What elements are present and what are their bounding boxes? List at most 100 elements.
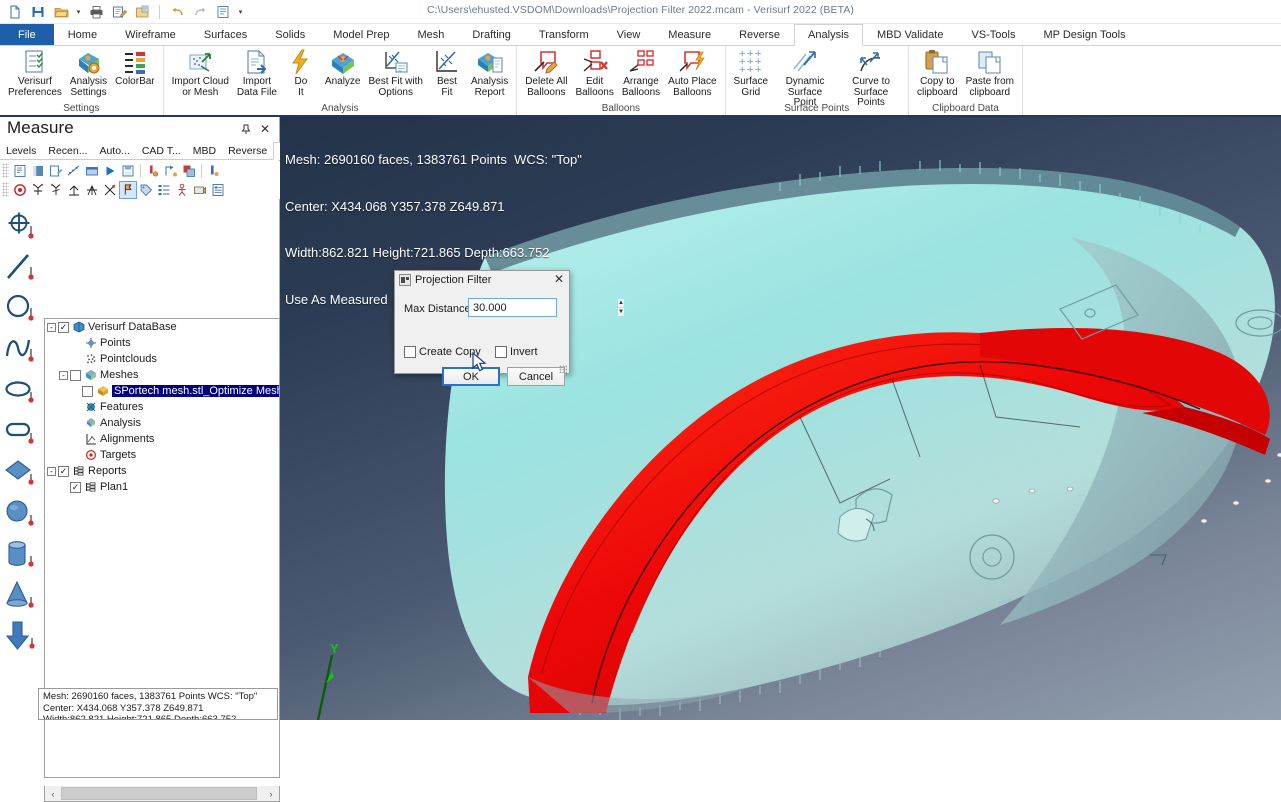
create-copy-checkbox[interactable]: Create Copy <box>404 346 481 358</box>
tree-item[interactable]: Analysis <box>45 415 279 431</box>
tree-item[interactable]: - ✓ Reports <box>45 463 279 479</box>
alignment-frame-icon[interactable] <box>83 181 101 199</box>
actual-points-icon[interactable] <box>47 181 65 199</box>
panel-tab-mbd[interactable]: MBD <box>187 142 222 159</box>
ribbon-button-best-fit-with-options[interactable]: Best Fit with Options <box>364 46 426 98</box>
ribbon-button-do-it[interactable]: Do It <box>281 46 321 98</box>
ribbon-tab-transform[interactable]: Transform <box>525 24 603 45</box>
measure-vector-icon[interactable] <box>0 615 42 656</box>
ribbon-tab-view[interactable]: View <box>603 24 655 45</box>
max-distance-stepper[interactable]: ▲ ▼ <box>468 298 624 317</box>
camera-view-icon[interactable] <box>191 181 209 199</box>
measure-point-icon[interactable] <box>0 205 42 246</box>
ribbon-tab-model-prep[interactable]: Model Prep <box>319 24 403 45</box>
tree-expander-icon[interactable]: - <box>47 322 56 332</box>
tree-item[interactable]: Points <box>45 335 279 351</box>
probe-path-icon[interactable] <box>162 162 180 180</box>
ribbon-button-analyze[interactable]: Analyze <box>321 46 365 88</box>
tree-checkbox[interactable] <box>82 385 93 397</box>
ribbon-tab-file[interactable]: File <box>0 24 54 45</box>
ribbon-button-delete-all-balloons[interactable]: Delete All Balloons <box>521 46 571 98</box>
ribbon-button-arrange-balloons[interactable]: Arrange Balloons <box>618 46 664 98</box>
ribbon-tab-reverse[interactable]: Reverse <box>725 24 794 45</box>
single-probe-icon[interactable] <box>205 162 223 180</box>
label-flag-icon[interactable] <box>119 180 137 199</box>
tree-item[interactable]: Pointclouds <box>45 351 279 367</box>
ribbon-button-analysis-report[interactable]: Analysis Report <box>467 46 512 98</box>
cancel-button[interactable]: Cancel <box>507 367 565 386</box>
measure-circle-icon[interactable] <box>0 287 42 328</box>
ribbon-tab-vs-tools[interactable]: VS-Tools <box>957 24 1029 45</box>
ribbon-button-best-fit[interactable]: Best Fit <box>427 46 467 98</box>
tag-icon[interactable] <box>137 181 155 199</box>
max-distance-input[interactable] <box>469 299 617 316</box>
3d-viewport[interactable]: Y Mesh: 2690160 faces, 1383761 Points WC… <box>280 117 1281 720</box>
ribbon-tab-mp-design-tools[interactable]: MP Design Tools <box>1029 24 1139 45</box>
ribbon-button-import-cloud-or-mesh[interactable]: Import Cloud or Mesh <box>168 46 233 98</box>
tree-item[interactable]: - ✓ Verisurf DataBase <box>45 319 279 335</box>
invert-box[interactable] <box>495 346 507 358</box>
measure-cone-icon[interactable] <box>0 574 42 615</box>
ribbon-button-verisurf-preferences[interactable]: Verisurf Preferences <box>4 46 66 98</box>
tree-item[interactable]: ✓ Plan1 <box>45 479 279 495</box>
nominal-points-icon[interactable] <box>29 181 47 199</box>
ribbon-button-edit-balloons[interactable]: Edit Balloons <box>571 46 617 98</box>
ok-button[interactable]: OK <box>442 367 500 386</box>
tree-item[interactable]: Alignments <box>45 431 279 447</box>
create-copy-box[interactable] <box>404 346 416 358</box>
tree-checkbox[interactable] <box>70 369 81 381</box>
measure-cylinder-icon[interactable] <box>0 533 42 574</box>
ribbon-button-copy-to-clipboard[interactable]: Copy to clipboard <box>913 46 962 98</box>
measure-sphere-icon[interactable] <box>0 492 42 533</box>
tree-checkbox[interactable]: ✓ <box>58 321 69 333</box>
tree-horizontal-scrollbar[interactable]: ‹ › <box>44 786 280 802</box>
dialog-title-bar[interactable]: Projection Filter ✕ <box>395 271 569 290</box>
resize-grip[interactable] <box>559 365 567 373</box>
toolbar-grip-2[interactable] <box>2 182 9 197</box>
ribbon-tab-measure[interactable]: Measure <box>654 24 725 45</box>
toolbar-grip[interactable] <box>2 163 9 178</box>
relate-feature-icon[interactable] <box>101 181 119 199</box>
tree-item[interactable]: Features <box>45 399 279 415</box>
scroll-right-arrow[interactable]: › <box>263 789 279 799</box>
tree-item[interactable]: SPortech mesh.stl_Optimize Mesh1 (269016… <box>45 383 279 399</box>
edit-entity-icon[interactable] <box>47 162 65 180</box>
pin-icon[interactable] <box>239 122 253 136</box>
list-properties-icon[interactable] <box>11 162 29 180</box>
ribbon-button-import-data-file[interactable]: Import Data File <box>233 46 281 98</box>
invert-checkbox[interactable]: Invert <box>495 346 538 358</box>
measure-line-icon[interactable] <box>0 246 42 287</box>
ribbon-button-auto-place-balloons[interactable]: Auto Place Balloons <box>664 46 720 98</box>
ribbon-button-analysis-settings[interactable]: Analysis Settings <box>66 46 111 98</box>
stepper-up-button[interactable]: ▲ <box>618 299 624 308</box>
ribbon-tab-wireframe[interactable]: Wireframe <box>111 24 190 45</box>
close-icon[interactable]: ✕ <box>554 273 564 286</box>
snapshot-icon[interactable] <box>180 162 198 180</box>
ribbon-tab-drafting[interactable]: Drafting <box>458 24 525 45</box>
ribbon-tab-mesh[interactable]: Mesh <box>403 24 458 45</box>
play-icon[interactable] <box>101 162 119 180</box>
ribbon-tab-mbd-validate[interactable]: MBD Validate <box>863 24 957 45</box>
ribbon-button-dynamic-surface-point[interactable]: Dynamic Surface Point <box>772 46 838 109</box>
tree-checkbox[interactable]: ✓ <box>70 481 81 493</box>
panel-book-icon[interactable] <box>29 162 47 180</box>
ribbon-button-curve-to-surface-points[interactable]: Curve to Surface Points <box>838 46 904 109</box>
panel-tab-reverse[interactable]: Reverse <box>222 142 273 159</box>
report-list-icon[interactable] <box>209 181 227 199</box>
stepper-down-button[interactable]: ▼ <box>618 308 624 316</box>
tree-item[interactable]: Targets <box>45 447 279 463</box>
close-icon[interactable]: ✕ <box>258 122 272 136</box>
ribbon-tab-home[interactable]: Home <box>54 24 111 45</box>
display-window-icon[interactable] <box>83 162 101 180</box>
target-circle-icon[interactable] <box>11 181 29 199</box>
tree-expander-icon[interactable]: - <box>59 370 68 380</box>
tree-item[interactable]: - Meshes <box>45 367 279 383</box>
measure-ellipse-icon[interactable] <box>0 369 42 410</box>
ribbon-tab-solids[interactable]: Solids <box>261 24 319 45</box>
panel-tab-levels[interactable]: Levels <box>0 142 42 159</box>
scroll-left-arrow[interactable]: ‹ <box>45 789 61 799</box>
ribbon-tab-surfaces[interactable]: Surfaces <box>190 24 261 45</box>
list-items-icon[interactable] <box>155 181 173 199</box>
panel-tab-auto-[interactable]: Auto... <box>93 142 135 159</box>
panel-tab-cad-t-[interactable]: CAD T... <box>136 142 187 159</box>
